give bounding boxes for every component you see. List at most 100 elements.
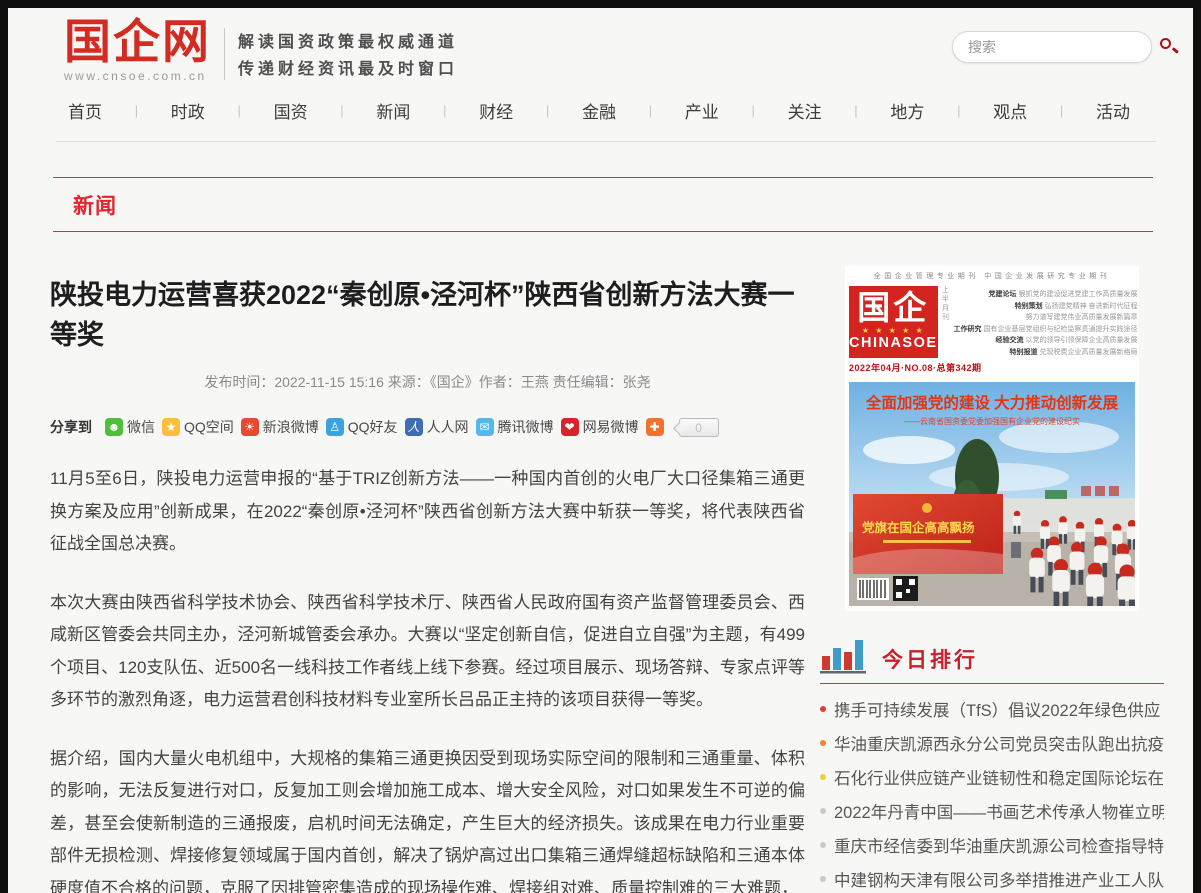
site-logo[interactable]: 国企网 www.cnsoe.com.cn xyxy=(64,18,211,83)
nav-separator: | xyxy=(649,103,652,118)
toc-line: 党建论坛狠抓党的建设促进党建工作高质量发展 xyxy=(954,289,1138,301)
nav-separator: | xyxy=(957,103,960,118)
share-renren[interactable]: 人人人网 xyxy=(405,417,469,437)
ranking-item[interactable]: 石化行业供应链产业链韧性和稳定国际论坛在 xyxy=(820,760,1164,794)
nav-item-events[interactable]: 活动 xyxy=(1096,98,1130,123)
share-netease-weibo[interactable]: ❤网易微博 xyxy=(561,417,639,437)
window-edge-right xyxy=(1193,0,1201,893)
search-input[interactable] xyxy=(953,39,1155,55)
bullet-icon xyxy=(820,706,826,712)
billboard-slogan: 党旗在国企高高飘扬 xyxy=(862,520,975,535)
qzone-icon: ★ xyxy=(162,418,180,436)
article-paragraph: 11月5至6日，陕投电力运营申报的“基于TRIZ创新方法——一种国内首创的火电厂… xyxy=(50,463,805,561)
site-content: 国企网 www.cnsoe.com.cn 解读国资政策最权威通道 传递财经资讯最… xyxy=(8,8,1193,893)
nav-item-soe[interactable]: 国资 xyxy=(274,98,308,123)
nav-separator: | xyxy=(238,103,241,118)
magazine-cover[interactable]: 全国企业管理专业期刊 中国企业发展研究专业期刊 国企 ★ ★ ★ ★ ★ CHI… xyxy=(845,266,1139,611)
article-title: 陕投电力运营喜获2022“秦创原•泾河杯”陕西省创新方法大赛一等奖 xyxy=(50,275,805,355)
cover-barcode xyxy=(857,578,889,600)
site-tagline: 解读国资政策最权威通道 传递财经资讯最及时窗口 xyxy=(238,29,458,83)
search-icon xyxy=(1160,38,1171,49)
bar-chart-icon xyxy=(820,636,868,674)
share-sina-weibo[interactable]: ☀新浪微博 xyxy=(241,417,319,437)
site-url: www.cnsoe.com.cn xyxy=(64,69,211,83)
section-title: 新闻 xyxy=(73,190,117,220)
ranking-item[interactable]: 华油重庆凯源西永分公司党员突击队跑出抗疫 xyxy=(820,726,1164,760)
bullet-icon xyxy=(820,842,826,848)
bullet-icon xyxy=(820,808,826,814)
nav-item-focus[interactable]: 关注 xyxy=(788,98,822,123)
nav-divider xyxy=(56,141,1156,142)
article-meta: 发布时间：2022-11-15 15:16 来源：《国企》作者：王燕 责任编辑：… xyxy=(50,372,805,392)
magazine-logo-en: CHINASOE xyxy=(849,336,938,351)
header-divider xyxy=(224,28,225,80)
nav-separator: | xyxy=(854,103,857,118)
share-row: 分享到 ☻微信 ★QQ空间 ☀新浪微博 ♙QQ好友 人人人网 ✉腾讯微博 ❤网易… xyxy=(50,417,805,437)
nav-item-finance[interactable]: 财经 xyxy=(479,98,513,123)
nav-separator: | xyxy=(443,103,446,118)
nav-item-opinion[interactable]: 观点 xyxy=(993,98,1027,123)
bullet-icon xyxy=(820,876,826,882)
tagline-line1: 解读国资政策最权威通道 xyxy=(238,29,458,56)
renren-icon: 人 xyxy=(405,418,423,436)
magazine-edition: 上半月刊 xyxy=(940,286,950,358)
cover-qr-code xyxy=(893,576,918,601)
ranking-item[interactable]: 中建钢构天津有限公司多举措推进产业工人队 xyxy=(820,862,1164,893)
nav-item-industry[interactable]: 产业 xyxy=(685,98,719,123)
ranking-title: 今日排行 xyxy=(882,644,978,674)
ranking-item[interactable]: 2022年丹青中国——书画艺术传承人物崔立明 xyxy=(820,794,1164,828)
magazine-toc: 党建论坛狠抓党的建设促进党建工作高质量发展 特别策划弘扬建党精神 奋进新时代征程… xyxy=(950,286,1140,358)
toc-line: 经验交流以党的领导引领保障企业高质量发展 xyxy=(954,335,1138,347)
sina-weibo-icon: ☀ xyxy=(241,418,259,436)
cover-headline: 全面加强党的建设 大力推动创新发展 xyxy=(865,393,1119,412)
nav-item-regional[interactable]: 地方 xyxy=(890,98,924,123)
ranking-item[interactable]: 携手可持续发展（TfS）倡议2022年绿色供应 xyxy=(820,692,1164,726)
article-paragraph: 据介绍，国内大量火电机组中，大规格的集箱三通更换因受到现场实际空间的限制和三通重… xyxy=(50,743,805,893)
article: 陕投电力运营喜获2022“秦创原•泾河杯”陕西省创新方法大赛一等奖 发布时间：2… xyxy=(50,275,805,893)
search-box xyxy=(952,31,1152,63)
nav-separator: | xyxy=(751,103,754,118)
toc-line: 努力谱写建党伟业高质量发展新篇章 xyxy=(954,312,1138,324)
magazine-top-strip: 全国企业管理专业期刊 中国企业发展研究专业期刊 xyxy=(849,271,1135,281)
window-edge-left xyxy=(0,0,8,893)
share-qzone[interactable]: ★QQ空间 xyxy=(162,417,234,437)
magazine-logo: 国企 ★ ★ ★ ★ ★ CHINASOE xyxy=(849,286,938,358)
bullet-icon xyxy=(820,740,826,746)
cover-billboard: 党旗在国企高高飘扬 xyxy=(853,494,1003,574)
magazine-logo-cn: 国企 xyxy=(857,293,929,326)
ranking-header: 今日排行 xyxy=(820,636,1164,684)
share-wechat[interactable]: ☻微信 xyxy=(105,417,155,437)
today-ranking: 今日排行 携手可持续发展（TfS）倡议2022年绿色供应 华油重庆凯源西永分公司… xyxy=(820,636,1164,893)
share-more[interactable]: ✚ xyxy=(646,418,664,436)
main-nav: 首页| 时政| 国资| 新闻| 财经| 金融| 产业| 关注| 地方| 观点| … xyxy=(68,98,1130,123)
nav-separator: | xyxy=(546,103,549,118)
nav-item-news[interactable]: 新闻 xyxy=(376,98,410,123)
article-paragraph: 本次大赛由陕西省科学技术协会、陕西省科学技术厅、陕西省人民政府国有资产监督管理委… xyxy=(50,587,805,717)
tagline-line2: 传递财经资讯最及时窗口 xyxy=(238,56,458,83)
section-bar: 新闻 xyxy=(53,177,1153,232)
ranking-list: 携手可持续发展（TfS）倡议2022年绿色供应 华油重庆凯源西永分公司党员突击队… xyxy=(820,692,1164,893)
netease-weibo-icon: ❤ xyxy=(561,418,579,436)
magazine-issue-line: 2022年04月·NO.08·总第342期 xyxy=(849,361,1135,374)
share-qq-friends[interactable]: ♙QQ好友 xyxy=(326,417,398,437)
wechat-icon: ☻ xyxy=(105,418,123,436)
toc-line: 工作研究国有企业基层党组织与纪检监察贯通提升实践途径 xyxy=(954,324,1138,336)
magazine-stars-icon: ★ ★ ★ ★ ★ xyxy=(862,327,925,335)
nav-item-banking[interactable]: 金融 xyxy=(582,98,616,123)
magazine-cover-photo: 全面加强党的建设 大力推动创新发展 ——云南省国资委党委加强国有企业党的建设纪实… xyxy=(849,382,1135,606)
nav-item-politics[interactable]: 时政 xyxy=(171,98,205,123)
share-count-badge[interactable]: 0 xyxy=(679,418,719,437)
tencent-weibo-icon: ✉ xyxy=(476,418,494,436)
qq-icon: ♙ xyxy=(326,418,344,436)
cover-subtitle: ——云南省国资委党委加强国有企业党的建设纪实 xyxy=(904,416,1080,426)
nav-separator: | xyxy=(340,103,343,118)
more-share-icon: ✚ xyxy=(646,418,664,436)
share-tencent-weibo[interactable]: ✉腾讯微博 xyxy=(476,417,554,437)
ranking-item[interactable]: 重庆市经信委到华油重庆凯源公司检查指导特 xyxy=(820,828,1164,862)
nav-item-home[interactable]: 首页 xyxy=(68,98,102,123)
nav-separator: | xyxy=(1060,103,1063,118)
toc-line: 特别报道兑现税费企业高质量发展新格局 xyxy=(954,347,1138,359)
browser-page: 国企网 www.cnsoe.com.cn 解读国资政策最权威通道 传递财经资讯最… xyxy=(0,0,1201,893)
nav-separator: | xyxy=(135,103,138,118)
share-label: 分享到 xyxy=(50,417,92,437)
